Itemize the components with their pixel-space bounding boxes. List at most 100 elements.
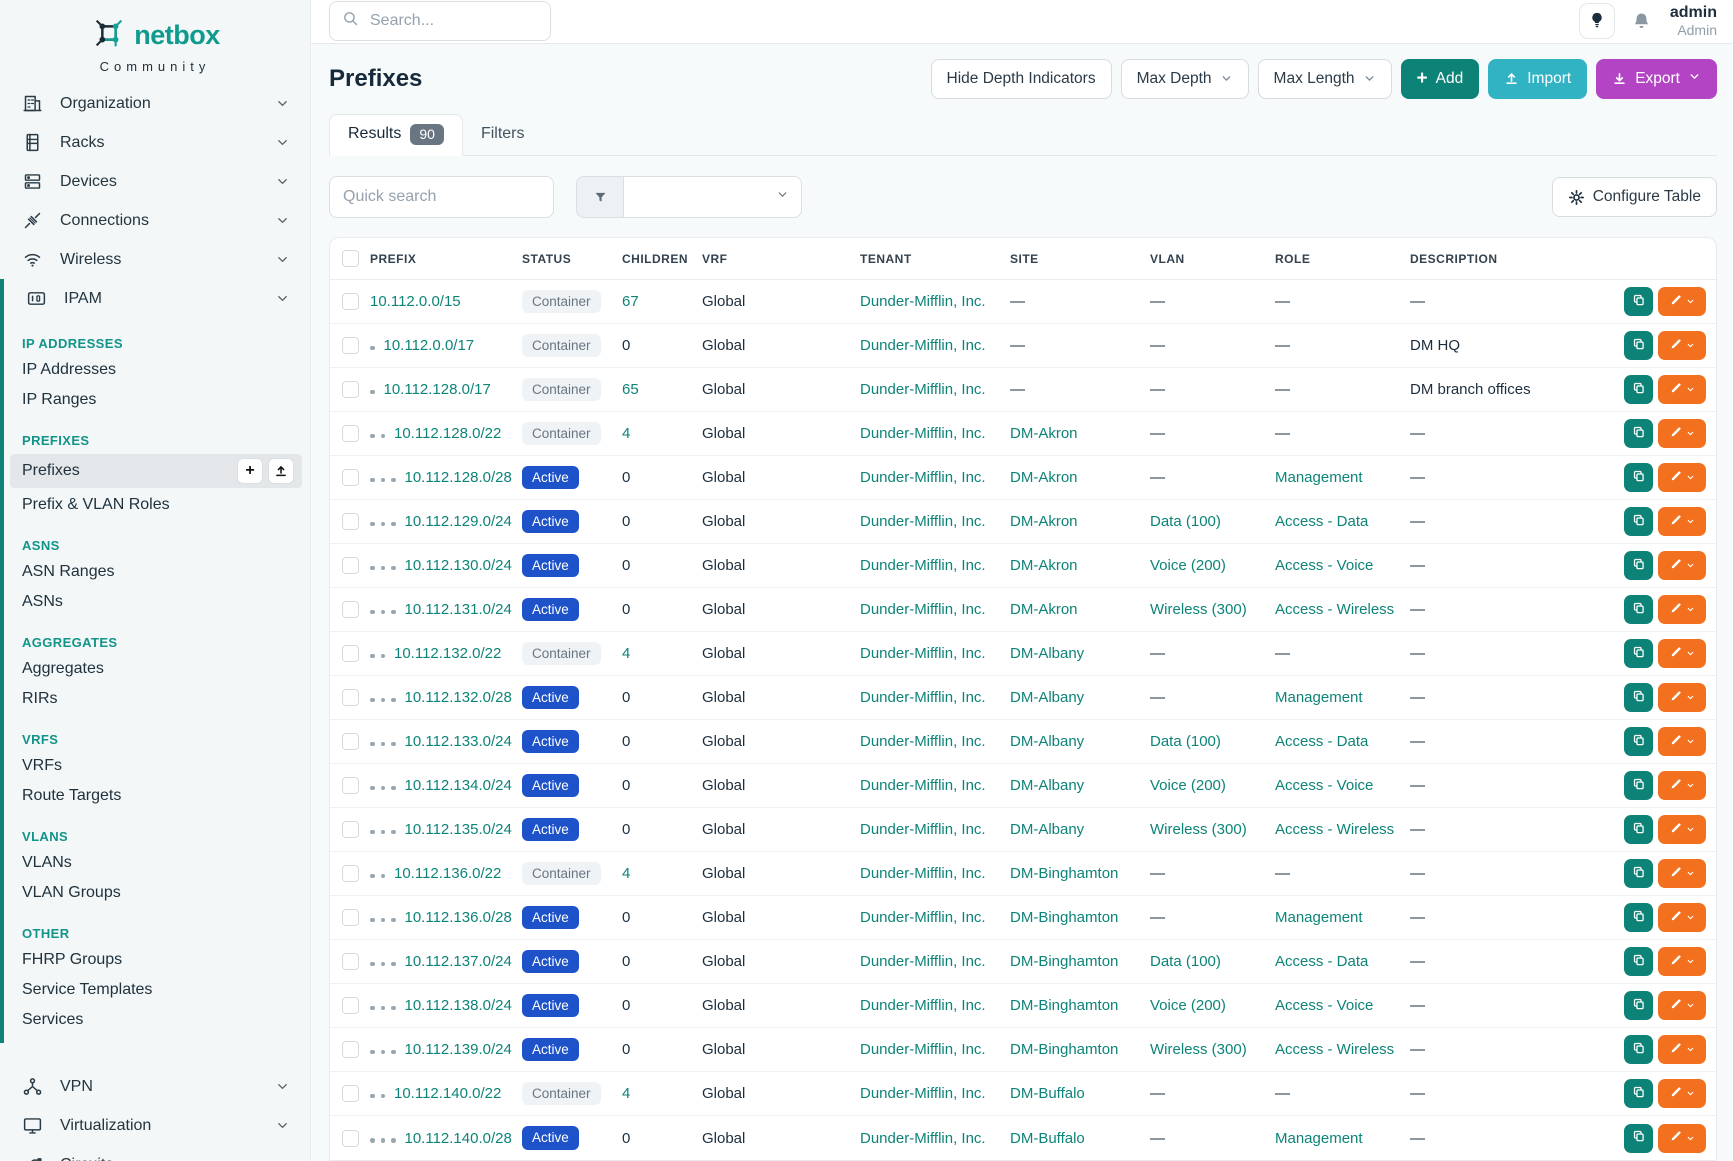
edit-split-button[interactable] — [1658, 507, 1706, 536]
sidebar-item-service-templates[interactable]: Service Templates — [4, 975, 310, 1005]
copy-button[interactable] — [1624, 419, 1653, 448]
add-button[interactable]: + Add — [1401, 59, 1480, 99]
copy-button[interactable] — [1624, 903, 1653, 932]
column-header-vlan[interactable]: VLAN — [1150, 252, 1275, 266]
configure-table-button[interactable]: Configure Table — [1552, 177, 1717, 217]
prefix-link[interactable]: 10.112.129.0/24 — [405, 513, 512, 530]
row-checkbox[interactable] — [342, 777, 359, 794]
tab-filters[interactable]: Filters — [463, 114, 543, 157]
copy-button[interactable] — [1624, 1079, 1653, 1108]
prefix-link[interactable]: 10.112.132.0/22 — [394, 645, 501, 662]
edit-split-button[interactable] — [1658, 771, 1706, 800]
column-header-prefix[interactable]: PREFIX — [370, 252, 522, 266]
prefix-link[interactable]: 10.112.135.0/24 — [405, 821, 512, 838]
prefix-link[interactable]: 10.112.0.0/15 — [370, 293, 461, 310]
row-checkbox[interactable] — [342, 293, 359, 310]
prefix-link[interactable]: 10.112.140.0/22 — [394, 1085, 501, 1102]
sidebar-item-aggregates[interactable]: Aggregates — [4, 654, 310, 684]
edit-split-button[interactable] — [1658, 375, 1706, 404]
edit-split-button[interactable] — [1658, 815, 1706, 844]
prefix-link[interactable]: 10.112.130.0/24 — [405, 557, 512, 574]
sidebar-item-devices[interactable]: Devices — [0, 162, 310, 201]
sidebar-item-prefix-vlan-roles[interactable]: Prefix & VLAN Roles — [4, 490, 310, 520]
row-checkbox[interactable] — [342, 689, 359, 706]
saved-filter-select[interactable] — [576, 176, 802, 218]
copy-button[interactable] — [1624, 727, 1653, 756]
edit-split-button[interactable] — [1658, 1079, 1706, 1108]
row-checkbox[interactable] — [342, 337, 359, 354]
row-checkbox[interactable] — [342, 821, 359, 838]
row-checkbox[interactable] — [342, 469, 359, 486]
sidebar-item-vlans[interactable]: VLANs — [4, 848, 310, 878]
edit-split-button[interactable] — [1658, 683, 1706, 712]
copy-button[interactable] — [1624, 859, 1653, 888]
prefix-link[interactable]: 10.112.134.0/24 — [405, 777, 512, 794]
copy-button[interactable] — [1624, 375, 1653, 404]
row-checkbox[interactable] — [342, 425, 359, 442]
prefix-link[interactable]: 10.112.136.0/22 — [394, 865, 501, 882]
edit-split-button[interactable] — [1658, 331, 1706, 360]
user-menu[interactable]: admin Admin — [1670, 4, 1717, 38]
sidebar-item-virtualization[interactable]: Virtualization — [0, 1106, 310, 1145]
edit-split-button[interactable] — [1658, 463, 1706, 492]
import-button[interactable]: Import — [1488, 59, 1587, 99]
sidebar-item-asn-ranges[interactable]: ASN Ranges — [4, 557, 310, 587]
copy-button[interactable] — [1624, 551, 1653, 580]
edit-split-button[interactable] — [1658, 947, 1706, 976]
copy-button[interactable] — [1624, 287, 1653, 316]
prefix-link[interactable]: 10.112.0.0/17 — [384, 337, 475, 354]
import-prefix-button[interactable] — [268, 458, 294, 484]
copy-button[interactable] — [1624, 771, 1653, 800]
row-checkbox[interactable] — [342, 1130, 359, 1147]
search-input[interactable] — [368, 11, 538, 31]
sidebar-item-circuits[interactable]: Circuits — [0, 1145, 310, 1161]
column-header-description[interactable]: DESCRIPTION — [1410, 252, 1594, 266]
sidebar-item-fhrp-groups[interactable]: FHRP Groups — [4, 945, 310, 975]
sidebar-item-ip-ranges[interactable]: IP Ranges — [4, 385, 310, 415]
prefix-link[interactable]: 10.112.137.0/24 — [405, 953, 512, 970]
prefix-link[interactable]: 10.112.136.0/28 — [405, 909, 512, 926]
copy-button[interactable] — [1624, 1124, 1653, 1153]
edit-split-button[interactable] — [1658, 727, 1706, 756]
prefix-link[interactable]: 10.112.139.0/24 — [405, 1041, 512, 1058]
sidebar-item-vrfs[interactable]: VRFs — [4, 751, 310, 781]
copy-button[interactable] — [1624, 1035, 1653, 1064]
prefix-link[interactable]: 10.112.140.0/28 — [405, 1130, 512, 1147]
copy-button[interactable] — [1624, 815, 1653, 844]
sidebar-item-vlan-groups[interactable]: VLAN Groups — [4, 878, 310, 908]
copy-button[interactable] — [1624, 463, 1653, 492]
tab-results[interactable]: Results 90 — [329, 114, 463, 157]
copy-button[interactable] — [1624, 595, 1653, 624]
row-checkbox[interactable] — [342, 1085, 359, 1102]
sidebar-item-route-targets[interactable]: Route Targets — [4, 781, 310, 811]
prefix-link[interactable]: 10.112.133.0/24 — [405, 733, 512, 750]
column-header-role[interactable]: ROLE — [1275, 252, 1410, 266]
prefix-link[interactable]: 10.112.131.0/24 — [405, 601, 512, 618]
edit-split-button[interactable] — [1658, 639, 1706, 668]
copy-button[interactable] — [1624, 639, 1653, 668]
prefix-link[interactable]: 10.112.128.0/22 — [394, 425, 501, 442]
column-header-children[interactable]: CHILDREN — [622, 252, 702, 266]
column-header-site[interactable]: SITE — [1010, 252, 1150, 266]
sidebar-item-asns[interactable]: ASNs — [4, 587, 310, 617]
edit-split-button[interactable] — [1658, 595, 1706, 624]
prefix-link[interactable]: 10.112.138.0/24 — [405, 997, 512, 1014]
column-header-status[interactable]: STATUS — [522, 252, 622, 266]
sidebar-item-ipam[interactable]: IPAM — [4, 279, 310, 318]
row-checkbox[interactable] — [342, 909, 359, 926]
column-header-tenant[interactable]: TENANT — [860, 252, 1010, 266]
row-checkbox[interactable] — [342, 865, 359, 882]
prefix-link[interactable]: 10.112.128.0/28 — [405, 469, 512, 486]
edit-split-button[interactable] — [1658, 903, 1706, 932]
sidebar-item-organization[interactable]: Organization — [0, 84, 310, 123]
export-dropdown[interactable]: Export — [1596, 59, 1717, 99]
row-checkbox[interactable] — [342, 733, 359, 750]
copy-button[interactable] — [1624, 507, 1653, 536]
copy-button[interactable] — [1624, 331, 1653, 360]
column-header-vrf[interactable]: VRF — [702, 252, 860, 266]
sidebar-item-services[interactable]: Services — [4, 1005, 310, 1035]
sidebar-item-racks[interactable]: Racks — [0, 123, 310, 162]
edit-split-button[interactable] — [1658, 859, 1706, 888]
row-checkbox[interactable] — [342, 381, 359, 398]
prefix-link[interactable]: 10.112.132.0/28 — [405, 689, 512, 706]
